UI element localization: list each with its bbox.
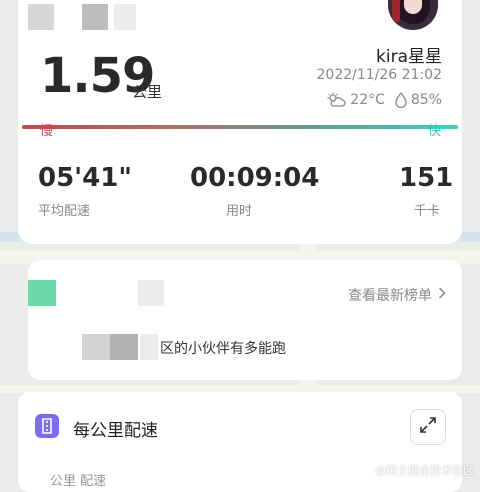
blurred-block: [138, 280, 164, 306]
humidity-drop-icon: [395, 92, 407, 108]
blurred-title-block: [114, 4, 136, 30]
ranking-card[interactable]: [28, 260, 462, 380]
humidity: 85%: [410, 92, 442, 108]
avg-pace-value: 05'41": [38, 163, 132, 193]
weather-cloud-sun-icon: [326, 92, 346, 108]
run-datetime: 2022/11/26 21:02: [316, 67, 443, 83]
expand-icon: [419, 416, 437, 438]
calories-label: 千卡: [414, 204, 441, 219]
pace-gradient-bar: [22, 125, 458, 129]
watermark: @稀土掘金技术社区: [375, 464, 474, 477]
blurred-district-block: [82, 334, 110, 360]
ranking-badge: [28, 280, 56, 306]
blurred-title-block: [28, 4, 54, 30]
temperature: 22°C: [350, 92, 385, 108]
community-text: 区的小伙伴有多能跑: [160, 341, 286, 357]
duration-label: 用时: [226, 204, 253, 219]
calories-value: 151: [399, 163, 454, 193]
pace-fast-label: 快: [428, 124, 442, 139]
pace-slow-label: 慢: [40, 124, 54, 139]
pace-icon: [35, 414, 59, 438]
blurred-district-block: [110, 334, 138, 360]
blurred-district-block: [140, 334, 158, 360]
distance-unit: 公里: [132, 83, 163, 101]
chevron-right-icon: [438, 287, 446, 303]
username: kira星星: [376, 47, 442, 67]
expand-button[interactable]: [410, 409, 446, 445]
pace-section-title: 每公里配速: [73, 421, 158, 441]
view-ranking-link[interactable]: 查看最新榜单: [348, 285, 446, 305]
blurred-title-block: [82, 4, 108, 30]
view-ranking-label: 查看最新榜单: [348, 288, 432, 304]
weather-info: 22°C 85%: [326, 92, 442, 108]
avg-pace-label: 平均配速: [38, 204, 91, 219]
duration-value: 00:09:04: [190, 163, 320, 193]
